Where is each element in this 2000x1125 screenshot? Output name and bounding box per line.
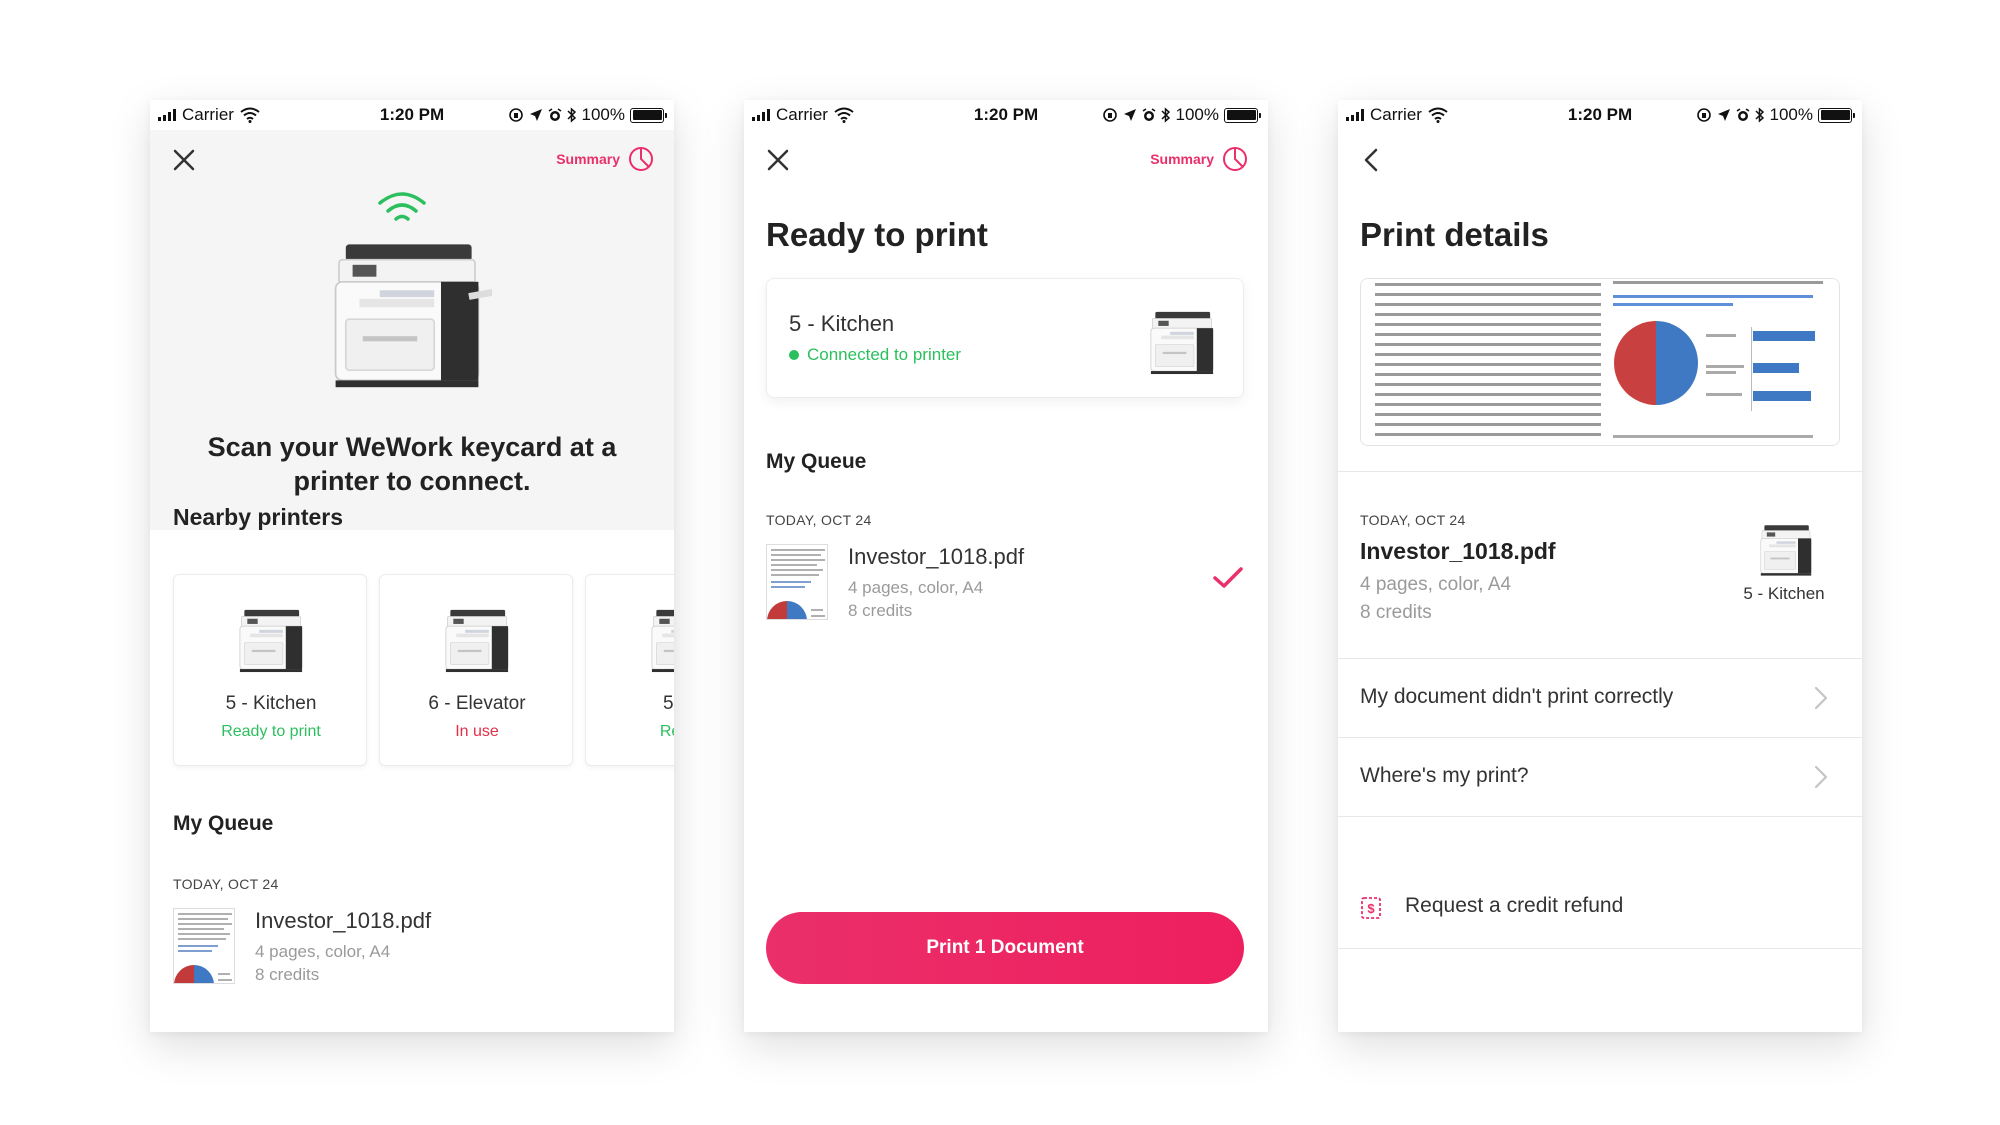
battery-icon [1818, 107, 1855, 123]
document-name: Investor_1018.pdf [1360, 538, 1556, 564]
checkmark-icon[interactable] [1212, 566, 1244, 590]
svg-text:$: $ [1367, 901, 1375, 916]
printer-icon [651, 609, 674, 673]
orientation-lock-icon [1696, 108, 1711, 122]
printer-name: 6 - Elevator [428, 693, 526, 714]
printer-icon [445, 609, 509, 673]
summary-label: Summary [1150, 151, 1214, 167]
hero-section: Summary Scan your WeWork keycard at a pr… [150, 130, 674, 530]
battery-icon [630, 107, 667, 123]
printer-card-kitchen-2[interactable]: 5 - K Ready [585, 574, 674, 766]
receipt-dollar-icon: $ [1361, 897, 1381, 919]
queue-title: My Queue [766, 450, 867, 473]
battery-icon [1224, 107, 1261, 123]
hero-instruction: Scan your WeWork keycard at a printer to… [207, 432, 617, 496]
chevron-right-icon [1814, 686, 1828, 710]
queue-date: TODAY, OCT 24 [173, 876, 279, 892]
alarm-icon [548, 108, 561, 121]
summary-button[interactable]: Summary [1150, 146, 1248, 172]
queue-title: My Queue [173, 812, 274, 835]
wifi-signal-icon [378, 192, 426, 221]
orientation-lock-icon [1102, 108, 1117, 122]
status-bar: Carrier 1:20 PM 100% [150, 100, 674, 130]
phone-screen-ready: Carrier 1:20 PM 100% Summary Ready to pr… [744, 100, 1268, 1032]
phone-screen-scan: Carrier 1:20 PM 100% Summary Scan your W… [150, 100, 674, 1032]
document-thumbnail [766, 544, 828, 620]
alarm-icon [1736, 108, 1749, 121]
divider [1338, 948, 1862, 949]
document-name[interactable]: Investor_1018.pdf [255, 908, 431, 934]
bluetooth-icon [1160, 107, 1170, 123]
printer-name: 5 - K [662, 693, 674, 714]
status-dot-icon [789, 350, 799, 360]
document-preview[interactable] [1360, 278, 1840, 446]
divider [1338, 471, 1862, 472]
printer-image [334, 243, 492, 389]
document-details: 4 pages, color, A4 [1360, 574, 1512, 595]
document-thumbnail [173, 908, 235, 984]
document-details: 4 pages, color, A4 [848, 578, 984, 597]
print-document-button[interactable]: Print 1 Document [766, 912, 1244, 984]
document-details: 4 pages, color, A4 [255, 942, 391, 961]
print-date: TODAY, OCT 24 [1360, 512, 1466, 528]
request-refund-button[interactable]: $ Request a credit refund [1338, 870, 1862, 948]
row-label: Where's my print? [1360, 764, 1529, 787]
printer-icon [1760, 524, 1812, 576]
alarm-icon [1142, 108, 1155, 121]
row-print-issue[interactable]: My document didn't print correctly [1338, 659, 1862, 737]
phone-screen-details: Carrier 1:20 PM 100% Print details TODAY… [1338, 100, 1862, 1032]
close-icon[interactable] [764, 146, 792, 174]
queue-date: TODAY, OCT 24 [766, 512, 872, 528]
status-bar: Carrier 1:20 PM 100% [744, 100, 1268, 130]
document-preview-image [1361, 279, 1839, 445]
location-icon [1717, 109, 1730, 121]
row-label: My document didn't print correctly [1360, 685, 1674, 708]
back-chevron-icon[interactable] [1358, 146, 1386, 174]
printer-name: 5 - Kitchen [1743, 584, 1825, 603]
printer-status: Ready to print [221, 723, 321, 740]
nearby-printers-title: Nearby printers [173, 504, 344, 530]
status-bar: Carrier 1:20 PM 100% [1338, 100, 1862, 130]
refund-label: Request a credit refund [1405, 894, 1624, 917]
connected-printer-card[interactable]: 5 - Kitchen Connected to printer [766, 278, 1244, 398]
bluetooth-icon [1754, 107, 1764, 123]
connection-status-label: Connected to printer [807, 345, 962, 364]
printer-name: 5 - Kitchen [225, 693, 317, 714]
close-icon[interactable] [170, 146, 198, 174]
orientation-lock-icon [508, 108, 523, 122]
battery-percent: 100% [1175, 105, 1219, 124]
battery-percent: 100% [581, 105, 625, 124]
printer-icon [1150, 311, 1214, 375]
summary-label: Summary [556, 151, 620, 167]
battery-percent: 100% [1769, 105, 1813, 124]
printer-status: In use [455, 723, 499, 740]
printer-icon [239, 609, 303, 673]
document-credits: 8 credits [255, 965, 320, 984]
summary-chart-icon [629, 147, 653, 171]
chevron-right-icon [1814, 765, 1828, 789]
document-credits: 8 credits [1360, 602, 1432, 623]
row-where-print[interactable]: Where's my print? [1338, 738, 1862, 816]
bluetooth-icon [566, 107, 576, 123]
page-title: Ready to print [766, 216, 988, 253]
printer-name: 5 - Kitchen [789, 311, 895, 336]
document-credits: 8 credits [848, 601, 913, 620]
summary-button[interactable]: Summary [556, 146, 654, 172]
location-icon [1123, 109, 1136, 121]
printer-status: Ready [659, 723, 674, 740]
connection-status: Connected to printer [789, 345, 961, 365]
document-name[interactable]: Investor_1018.pdf [848, 544, 1024, 570]
page-title: Print details [1360, 216, 1549, 253]
location-icon [529, 109, 542, 121]
divider [1338, 816, 1862, 817]
printer-card-kitchen[interactable]: 5 - Kitchen Ready to print [173, 574, 367, 766]
summary-chart-icon [1223, 147, 1247, 171]
printer-card-elevator[interactable]: 6 - Elevator In use [379, 574, 573, 766]
